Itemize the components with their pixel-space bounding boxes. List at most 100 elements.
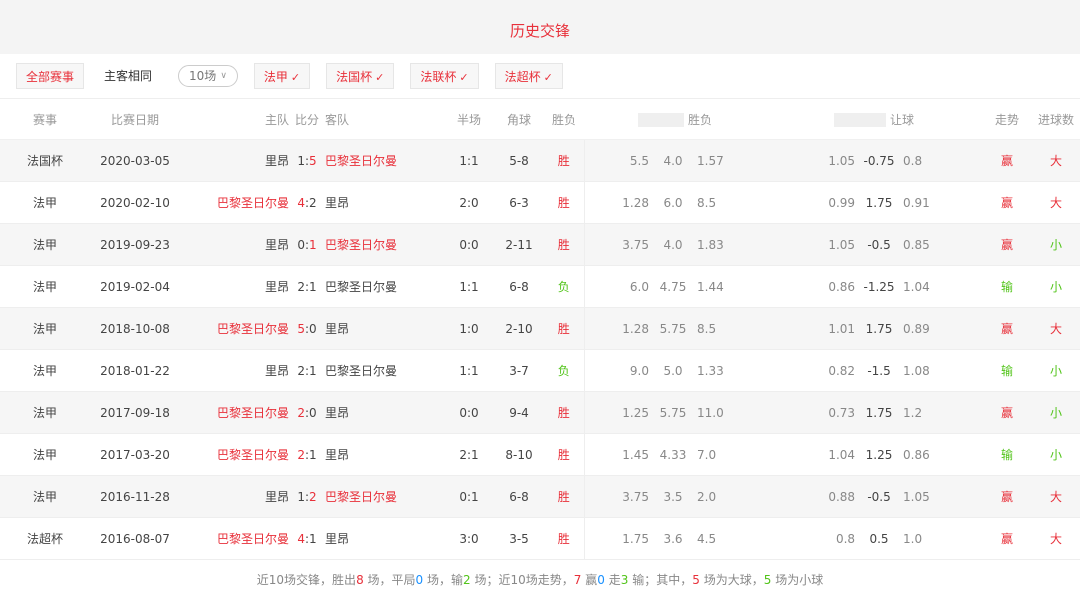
col-result: 胜负 [544,99,584,140]
summary-text: 场为小球 [775,573,824,587]
result-cell: 胜 [544,223,584,266]
goals-cell: 大 [1032,517,1080,560]
filter-league-4[interactable]: 法超杯 ✓ [494,63,563,89]
odds-lose: 8.5 [696,181,767,224]
handicap-line: -0.5 [856,223,903,266]
corner-cell: 2-10 [494,307,544,350]
away-team: 巴黎圣日尔曼 [324,475,444,518]
home-team: 里昂 [180,349,290,392]
odds-draw: 4.75 [650,265,696,308]
handicap-away-odds: 0.8 [902,139,983,182]
odds-draw: 4.33 [650,433,696,476]
handicap-home-odds: 0.86 [766,265,857,308]
check-icon: ✓ [459,71,469,84]
event-cell: 法甲 [0,223,90,266]
check-icon: ✓ [290,71,301,84]
date-cell: 2016-08-07 [90,517,180,560]
panel-title: 历史交锋 [0,0,1080,54]
corner-cell: 2-11 [494,223,544,266]
handicap-line: -0.5 [856,475,903,518]
filter-league-2[interactable]: 法国杯 ✓ [326,63,395,89]
event-cell: 法甲 [0,349,90,392]
table-row[interactable]: 法甲 2018-10-08 巴黎圣日尔曼 5:0 里昂 1:0 2-10 胜 1.28 5.75 8… [0,307,1080,350]
handicap-away-odds: 0.86 [902,433,983,476]
odds-win: 1.28 [583,181,650,224]
away-team: 巴黎圣日尔曼 [324,223,444,266]
handicap-home-odds: 0.73 [766,391,857,434]
score-cell: 2:1 [290,265,324,308]
league-label: 法甲 [263,70,288,84]
event-cell: 法甲 [0,475,90,518]
handicap-away-odds: 1.2 [902,391,983,434]
blurred-provider [638,113,684,127]
table-row[interactable]: 法甲 2018-01-22 里昂 2:1 巴黎圣日尔曼 1:1 3-7 负 9.0 5.0 1.33… [0,349,1080,392]
handicap-line: 1.75 [856,181,903,224]
away-score: 2 [309,195,317,210]
filter-league-3[interactable]: 法联杯 ✓ [410,63,479,89]
col-handicap: 让球 [890,112,915,127]
odds-lose: 1.33 [696,349,767,392]
history-panel: 历史交锋 全部赛事 主客相同 10场 ∨ 法甲 ✓ 法国杯 ✓ 法联杯 ✓ 法超杯 ✓ … [0,0,1080,587]
col-trend: 走势 [982,99,1033,140]
away-team: 里昂 [324,181,444,224]
half-score-cell: 0:0 [444,223,494,266]
filter-all-events[interactable]: 全部赛事 [16,63,85,89]
filter-league-1[interactable]: 法甲 ✓ [253,63,311,89]
trend-cell: 输 [982,433,1033,476]
date-cell: 2019-02-04 [90,265,180,308]
result-cell: 负 [544,349,584,392]
table-row[interactable]: 法超杯 2016-08-07 巴黎圣日尔曼 4:1 里昂 3:0 3-5 胜 1.75 3.6 4.… [0,517,1080,560]
odds-draw: 4.0 [650,223,696,266]
home-team: 里昂 [180,139,290,182]
half-score-cell: 0:1 [444,475,494,518]
home-team: 巴黎圣日尔曼 [180,181,290,224]
check-icon: ✓ [375,71,385,84]
table-row[interactable]: 法甲 2017-03-20 巴黎圣日尔曼 2:1 里昂 2:1 8-10 胜 1.45 4.33 7… [0,433,1080,476]
away-score: 5 [309,153,317,168]
table-row[interactable]: 法甲 2020-02-10 巴黎圣日尔曼 4:2 里昂 2:0 6-3 胜 1.28 6.0 8.5… [0,181,1080,224]
handicap-home-odds: 1.04 [766,433,857,476]
check-icon: ✓ [543,71,553,84]
half-score-cell: 3:0 [444,517,494,560]
odds-lose: 7.0 [696,433,767,476]
odds-win: 3.75 [583,223,650,266]
summary-big-count: 5 [692,573,700,587]
table-row[interactable]: 法甲 2019-02-04 里昂 2:1 巴黎圣日尔曼 1:1 6-8 负 6.0 4.75 1.4… [0,265,1080,308]
summary-lose-count: 2 [463,573,471,587]
odds-win: 3.75 [583,475,650,518]
home-team: 里昂 [180,223,290,266]
odds-lose: 1.83 [696,223,767,266]
handicap-line: 0.5 [856,517,903,560]
summary-text: 输；其中， [632,573,693,587]
goals-cell: 大 [1032,181,1080,224]
summary-win-count: 8 [356,573,364,587]
home-score: 2 [297,363,305,378]
event-cell: 法甲 [0,433,90,476]
away-team: 巴黎圣日尔曼 [324,139,444,182]
event-cell: 法甲 [0,391,90,434]
odds-draw: 3.5 [650,475,696,518]
score-cell: 2:1 [290,433,324,476]
col-home: 主队 [180,99,290,140]
goals-cell: 大 [1032,475,1080,518]
summary-draw-count: 0 [415,573,424,587]
table-row[interactable]: 法甲 2016-11-28 里昂 1:2 巴黎圣日尔曼 0:1 6-8 胜 3.75 3.5 2.0… [0,475,1080,518]
away-team: 里昂 [324,391,444,434]
half-score-cell: 0:0 [444,391,494,434]
col-half: 半场 [444,99,494,140]
odds-lose: 8.5 [696,307,767,350]
match-count-select[interactable]: 10场 ∨ [178,65,238,87]
table-row[interactable]: 法国杯 2020-03-05 里昂 1:5 巴黎圣日尔曼 1:1 5-8 胜 5.5 4.0 1.5… [0,139,1080,182]
col-score: 比分 [290,99,324,140]
goals-cell: 小 [1032,223,1080,266]
table-row[interactable]: 法甲 2017-09-18 巴黎圣日尔曼 2:0 里昂 0:0 9-4 胜 1.25 5.75 11… [0,391,1080,434]
odds-win: 5.5 [583,139,650,182]
away-score: 1 [309,363,317,378]
table-row[interactable]: 法甲 2019-09-23 里昂 0:1 巴黎圣日尔曼 0:0 2-11 胜 3.75 4.0 1.… [0,223,1080,266]
home-score: 4 [297,195,305,210]
away-score: 1 [309,531,317,546]
odds-draw: 5.75 [650,391,696,434]
filter-same-home-away[interactable]: 主客相同 [104,63,153,89]
handicap-away-odds: 1.08 [902,349,983,392]
odds-lose: 1.44 [696,265,767,308]
